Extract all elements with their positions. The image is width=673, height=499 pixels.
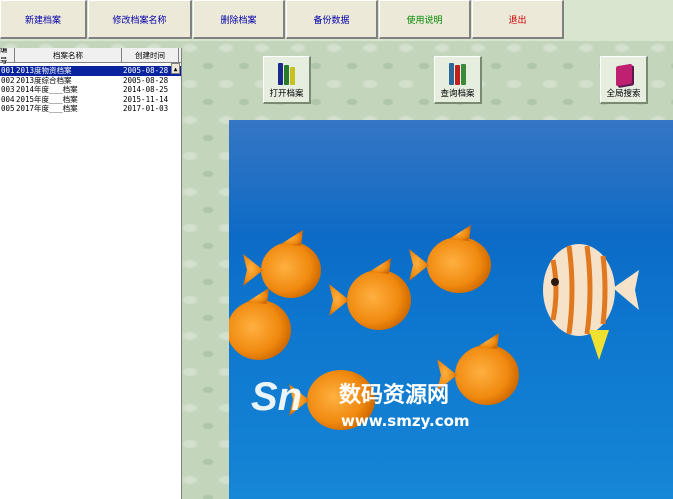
cell-name: 2017年度___档案 — [16, 104, 78, 113]
cell-name: 2013度物资档案 — [16, 66, 72, 75]
table-row[interactable]: 001 2013度物资档案 2005-08-28 — [0, 66, 181, 76]
cell-id: 002 — [1, 75, 15, 85]
binders-icon — [449, 63, 466, 85]
open-archive-button[interactable]: 打开档案 — [263, 56, 311, 104]
new-archive-button[interactable]: 新建档案 — [0, 0, 87, 39]
header-name[interactable]: 档案名称 — [15, 48, 122, 62]
cell-date: 2005-08-28 — [123, 66, 169, 75]
cell-id: 004 — [1, 94, 15, 104]
cell-id: 003 — [1, 85, 15, 94]
fish-picture: Sn 数码资源网 www.smzy.com — [229, 120, 673, 499]
watermark-text: 数码资源网 — [339, 382, 449, 408]
table-row[interactable]: 005 2017年度___档案 2017-01-03 — [0, 104, 181, 114]
exit-button[interactable]: 退出 — [472, 0, 564, 39]
cell-date: 2017-01-03 — [123, 104, 169, 113]
scroll-up-arrow[interactable]: ▲ — [171, 63, 180, 74]
open-archive-label: 打开档案 — [269, 89, 304, 99]
books-icon — [278, 63, 295, 85]
cell-name: 2015年度___档案 — [16, 94, 78, 104]
query-archive-label: 查询档案 — [440, 89, 475, 99]
table-header: 编号 档案名称 创建时间 — [0, 48, 181, 65]
header-id[interactable]: 编号 — [0, 48, 15, 65]
svg-text:Sn: Sn — [251, 375, 302, 419]
archive-table[interactable]: 编号 档案名称 创建时间 001 2013度物资档案 2005-08-28 00… — [0, 48, 182, 499]
cell-id: 005 — [1, 104, 15, 113]
watermark-url: www.smzy.com — [341, 412, 470, 430]
cell-date: 2015-11-14 — [123, 94, 169, 104]
book-stack-icon — [615, 63, 632, 87]
cell-name: 2014年度___档案 — [16, 85, 78, 94]
table-row[interactable]: 003 2014年度___档案 2014-08-25 — [0, 85, 181, 95]
table-row[interactable]: 002 2013度综合档案 2005-08-28 — [0, 76, 181, 86]
watermark-logo: Sn — [251, 375, 302, 419]
table-row[interactable]: 004 2015年度___档案 2015-11-14 — [0, 95, 181, 105]
cell-date: 2014-08-25 — [123, 85, 169, 94]
cell-name: 2013度综合档案 — [16, 75, 72, 85]
help-button[interactable]: 使用说明 — [379, 0, 471, 39]
fish-illustration: Sn 数码资源网 www.smzy.com — [229, 120, 673, 430]
delete-archive-button[interactable]: 删除档案 — [193, 0, 285, 39]
global-search-button[interactable]: 全局搜索 — [600, 56, 648, 104]
backup-data-button[interactable]: 备份数据 — [286, 0, 378, 39]
cell-date: 2005-08-28 — [123, 75, 169, 85]
query-archive-button[interactable]: 查询档案 — [434, 56, 482, 104]
header-date[interactable]: 创建时间 — [122, 48, 179, 62]
rename-archive-button[interactable]: 修改档案名称 — [88, 0, 192, 39]
toolbar: 新建档案 修改档案名称 删除档案 备份数据 使用说明 退出 — [0, 0, 673, 41]
global-search-label: 全局搜索 — [606, 89, 641, 99]
cell-id: 001 — [1, 66, 15, 75]
